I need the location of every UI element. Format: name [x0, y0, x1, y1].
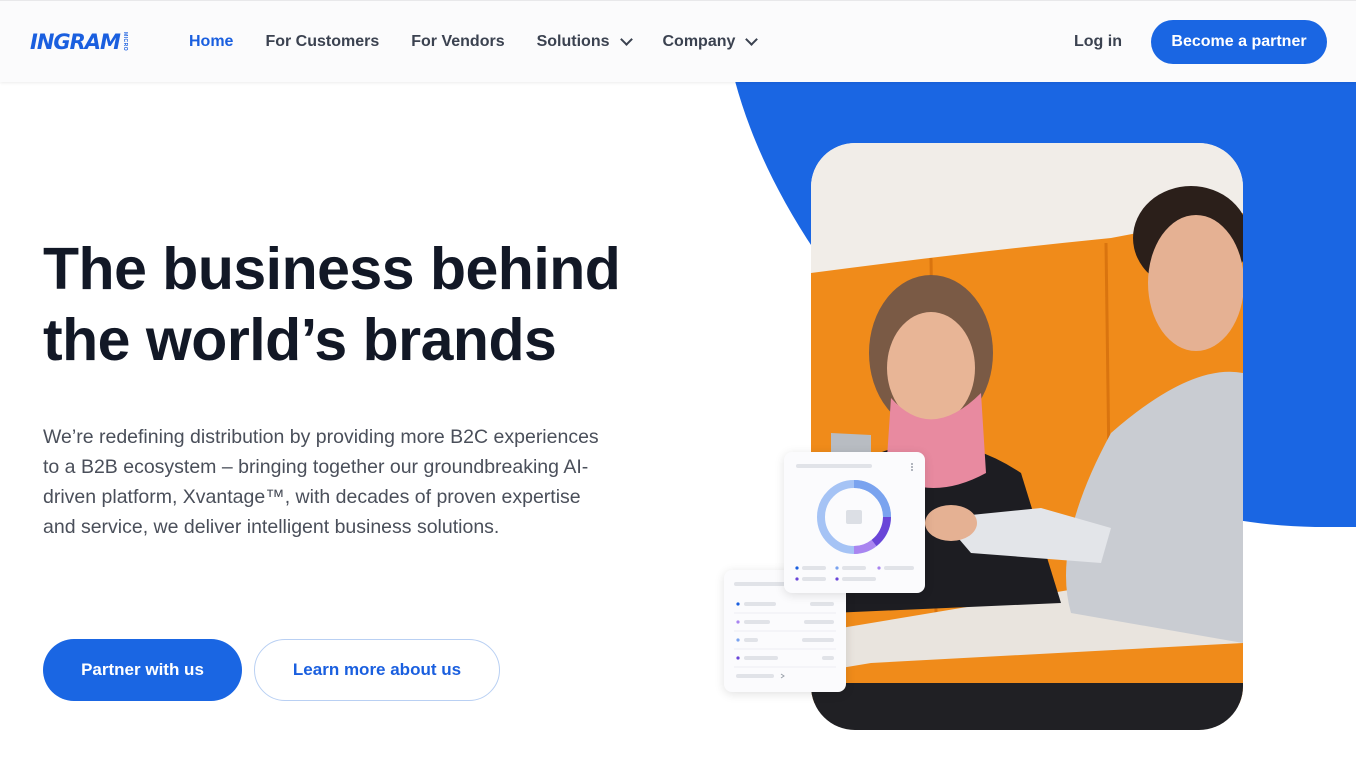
more-vertical-icon: [911, 463, 913, 471]
chart-card-graphic: [795, 463, 914, 581]
dashboard-chart-card: [784, 452, 925, 593]
nav-item-home[interactable]: Home: [189, 33, 233, 51]
chevron-down-icon: [745, 32, 759, 46]
chevron-down-icon: [619, 32, 633, 46]
hero-description: We’re redefining distribution by providi…: [43, 426, 599, 538]
hero-photo: [811, 143, 1243, 730]
hero-title-line-2: the world’s brands: [43, 307, 557, 373]
nav-item-label: Home: [189, 32, 234, 50]
logo-subtext: MICRO: [121, 32, 128, 52]
nav-item-label: For Customers: [265, 32, 380, 50]
nav-item-company[interactable]: Company: [662, 32, 759, 51]
ingram-micro-logo[interactable]: INGRAM MICRO: [30, 30, 128, 54]
nav-item-for-vendors[interactable]: For Vendors: [411, 33, 504, 51]
people-meeting-illustration: [811, 143, 1243, 730]
site-header: INGRAM MICRO Home For Customers For Vend…: [0, 0, 1356, 82]
hero-title: The business behind the world’s brands: [43, 234, 683, 376]
nav-item-label: For Vendors: [411, 32, 505, 50]
login-link[interactable]: Log in: [1074, 33, 1122, 51]
learn-more-button[interactable]: Learn more about us: [254, 639, 500, 701]
main-nav: Home For Customers For Vendors Solutions…: [189, 1, 788, 82]
nav-item-for-customers[interactable]: For Customers: [265, 33, 379, 51]
become-partner-button[interactable]: Become a partner: [1151, 20, 1327, 64]
logo-wordmark: INGRAM: [30, 30, 121, 54]
chevron-right-icon: [780, 673, 785, 679]
nav-item-solutions[interactable]: Solutions: [536, 32, 633, 51]
hero-title-line-1: The business behind: [43, 236, 621, 302]
partner-with-us-button[interactable]: Partner with us: [43, 639, 242, 701]
nav-item-label: Company: [662, 32, 736, 50]
nav-item-label: Solutions: [536, 32, 610, 50]
